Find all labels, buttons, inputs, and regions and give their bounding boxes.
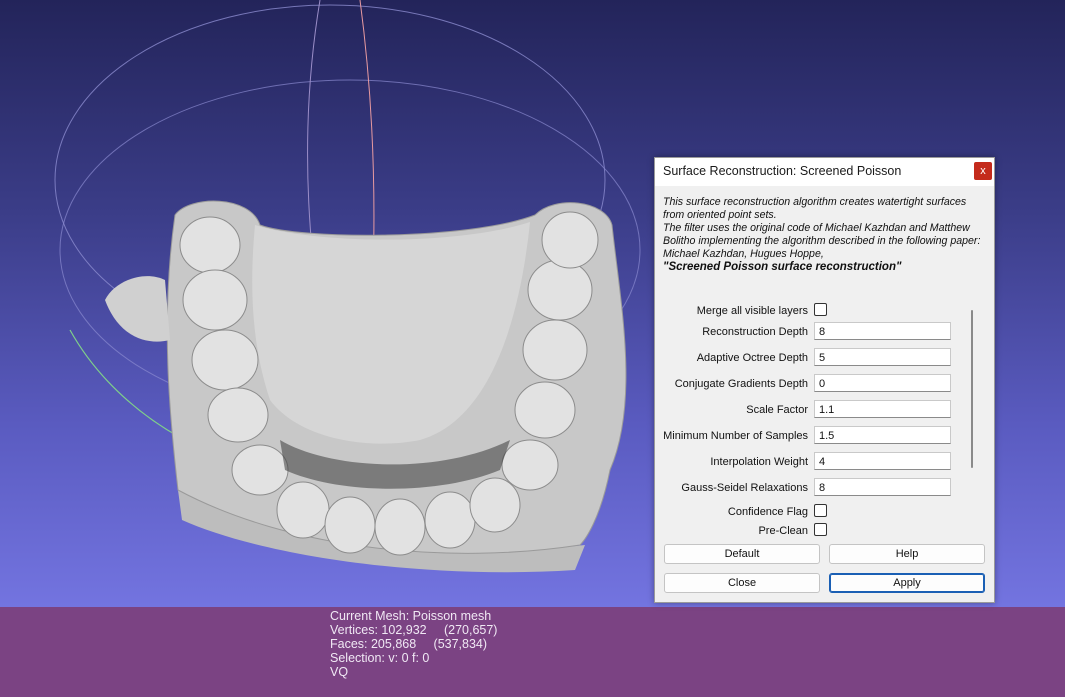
apply-button[interactable]: Apply xyxy=(829,573,985,593)
current-mesh-label: Current Mesh: Poisson mesh xyxy=(330,609,492,623)
param-label: Scale Factor xyxy=(746,404,808,416)
adaptive-octree-depth-input[interactable]: 5 xyxy=(814,348,951,366)
param-interpolation-weight: Interpolation Weight 4 xyxy=(663,452,973,474)
parameter-panel: Merge all visible layers Reconstruction … xyxy=(663,292,973,538)
pre-clean-checkbox[interactable] xyxy=(814,523,827,536)
confidence-flag-checkbox[interactable] xyxy=(814,504,827,517)
param-merge-layers: Merge all visible layers xyxy=(663,301,973,323)
selection-info: Selection: v: 0 f: 0 xyxy=(330,651,430,665)
param-label: Adaptive Octree Depth xyxy=(696,352,808,364)
param-conjugate-gradients-depth: Conjugate Gradients Depth 0 xyxy=(663,374,973,396)
scrollbar-thumb[interactable] xyxy=(971,310,973,468)
param-label: Merge all visible layers xyxy=(696,305,808,317)
param-label: Minimum Number of Samples xyxy=(663,430,808,442)
help-button[interactable]: Help xyxy=(829,544,985,564)
dialog-titlebar[interactable]: Surface Reconstruction: Screened Poisson… xyxy=(655,158,994,186)
param-label: Gauss-Seidel Relaxations xyxy=(681,482,808,494)
param-label: Reconstruction Depth xyxy=(702,326,808,338)
description-line: Michael Kazhdan, Hugues Hoppe, xyxy=(663,248,824,260)
close-button[interactable]: Close xyxy=(664,573,820,593)
description-line: Bolitho implementing the algorithm descr… xyxy=(663,235,981,247)
param-adaptive-octree-depth: Adaptive Octree Depth 5 xyxy=(663,348,973,370)
merge-layers-checkbox[interactable] xyxy=(814,303,827,316)
param-pre-clean: Pre-Clean xyxy=(663,521,973,543)
conjugate-gradients-depth-input[interactable]: 0 xyxy=(814,374,951,392)
min-samples-input[interactable]: 1.5 xyxy=(814,426,951,444)
param-scale-factor: Scale Factor 1.1 xyxy=(663,400,973,422)
gauss-seidel-input[interactable]: 8 xyxy=(814,478,951,496)
screened-poisson-dialog: Surface Reconstruction: Screened Poisson… xyxy=(654,157,995,603)
reconstruction-depth-input[interactable]: 8 xyxy=(814,322,951,340)
param-label: Confidence Flag xyxy=(727,506,808,518)
param-label: Interpolation Weight xyxy=(710,456,808,468)
param-label: Conjugate Gradients Depth xyxy=(674,378,808,390)
description-line: This surface reconstruction algorithm cr… xyxy=(663,196,967,208)
vertices-count: Vertices: 102,932 (270,657) xyxy=(330,623,498,637)
interpolation-weight-input[interactable]: 4 xyxy=(814,452,951,470)
filter-description: This surface reconstruction algorithm cr… xyxy=(663,196,988,274)
default-button[interactable]: Default xyxy=(664,544,820,564)
render-mode: VQ xyxy=(330,665,349,679)
faces-count: Faces: 205,868 (537,834) xyxy=(330,637,488,651)
param-label: Pre-Clean xyxy=(758,525,808,537)
paper-title: "Screened Poisson surface reconstruction… xyxy=(663,261,902,273)
param-reconstruction-depth: Reconstruction Depth 8 xyxy=(663,322,973,344)
param-min-samples: Minimum Number of Samples 1.5 xyxy=(663,426,973,448)
description-line: The filter uses the original code of Mic… xyxy=(663,222,970,234)
close-icon[interactable]: x xyxy=(974,162,992,180)
scale-factor-input[interactable]: 1.1 xyxy=(814,400,951,418)
dialog-title: Surface Reconstruction: Screened Poisson xyxy=(663,164,902,178)
description-line: from oriented point sets. xyxy=(663,209,777,221)
param-gauss-seidel: Gauss-Seidel Relaxations 8 xyxy=(663,478,973,500)
gum-flap xyxy=(105,276,170,342)
status-bar: Current Mesh: Poisson mesh Vertices: 102… xyxy=(0,607,1065,697)
params-scrollbar[interactable] xyxy=(969,294,975,536)
